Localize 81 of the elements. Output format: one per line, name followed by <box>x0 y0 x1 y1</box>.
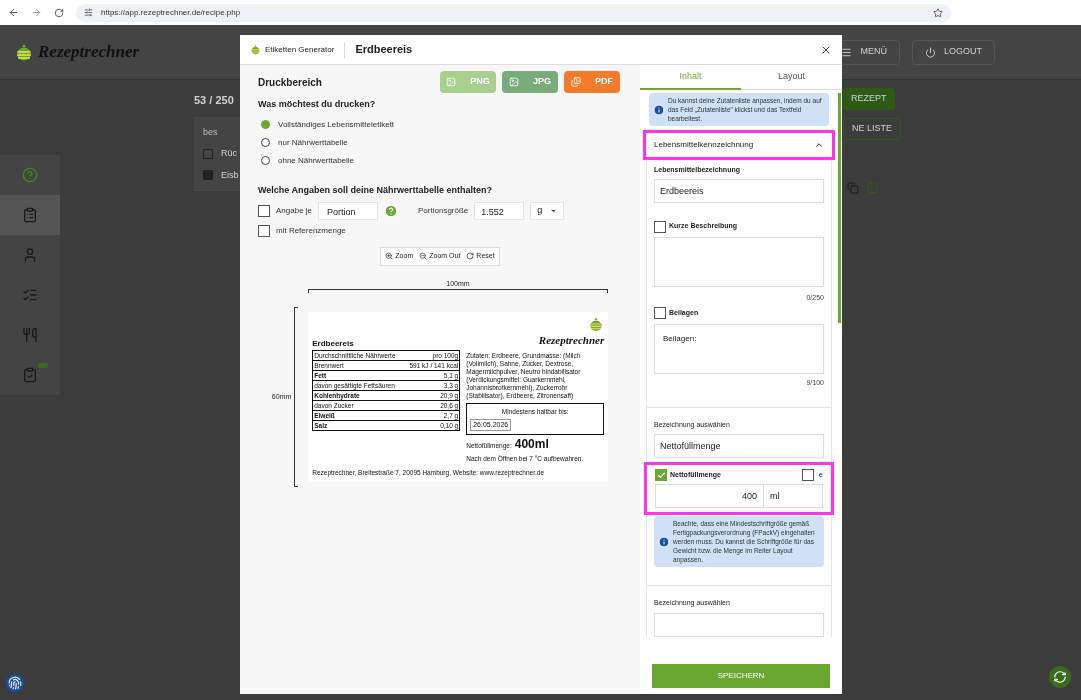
accordion-header[interactable]: Lebensmittelkennzeichnung <box>643 130 835 160</box>
user-icon <box>22 247 38 263</box>
bookmark-icon[interactable] <box>933 7 943 18</box>
recipe-name[interactable]: Rüc <box>221 147 237 161</box>
checkbox[interactable] <box>258 205 270 217</box>
label-product-name: Erdbeereis <box>312 338 355 351</box>
designation-field[interactable]: Nettofüllmenge <box>654 434 824 458</box>
portion-size-label: Portionsgröße <box>418 205 469 217</box>
logo-icon <box>14 42 34 62</box>
copy-icon[interactable] <box>847 182 859 194</box>
unit-field[interactable]: Portion <box>318 202 379 220</box>
sidebar-item[interactable] <box>0 355 60 395</box>
sidebar-item[interactable] <box>0 195 60 235</box>
scrollbar[interactable] <box>838 93 841 323</box>
designation-field[interactable] <box>654 612 824 637</box>
forward-icon[interactable] <box>31 7 42 18</box>
label-logo-text: Rezeptrechner <box>538 333 605 349</box>
zoom-out-icon <box>419 252 428 261</box>
dialog-title: Erdbeereis <box>355 42 413 58</box>
radio-label[interactable]: ohne Nährwerttabelle <box>278 154 355 167</box>
unit-select[interactable]: g <box>530 202 565 220</box>
zoom-in-icon <box>385 252 394 261</box>
sidebar-item[interactable] <box>0 235 60 275</box>
info-icon <box>658 535 670 548</box>
sides-field[interactable]: Beilagen: <box>654 324 824 374</box>
radio-button[interactable] <box>261 120 270 129</box>
recipe-name[interactable]: Eisb <box>221 168 239 182</box>
checkbox[interactable] <box>203 148 213 159</box>
sidebar-item[interactable] <box>0 155 60 195</box>
action-button[interactable]: REZEPT <box>843 88 895 110</box>
quantity-field[interactable]: 400 <box>656 485 764 507</box>
power-icon <box>925 46 936 58</box>
description-field[interactable] <box>654 236 824 287</box>
check-icon <box>656 470 666 480</box>
dialog-app-name: Etiketten Generator <box>265 43 335 56</box>
checkbox-label[interactable]: mit Referenzmenge <box>276 225 346 237</box>
image-icon <box>446 77 457 87</box>
radio-label[interactable]: nur Nährwerttabelle <box>278 136 348 149</box>
nutrition-question: Welche Angaben soll deine Nährwerttabelle enthalten? <box>258 183 494 197</box>
radio-button[interactable] <box>261 138 270 147</box>
cutlery-icon <box>22 327 38 343</box>
checkbox[interactable] <box>258 225 270 237</box>
net-quantity-value: 400ml <box>514 438 549 452</box>
help-icon <box>22 167 38 183</box>
edit-icon[interactable] <box>867 182 879 194</box>
checkbox[interactable] <box>654 220 666 233</box>
checkbox[interactable] <box>203 170 213 181</box>
print-question: Was möchtest du drucken? <box>258 98 377 111</box>
checkbox[interactable] <box>655 469 667 481</box>
label-logo-icon <box>588 316 605 333</box>
checkbox[interactable] <box>654 307 666 319</box>
header-button[interactable]: LOGOUT <box>912 39 995 65</box>
help-icon[interactable] <box>384 204 399 218</box>
tab[interactable]: Layout <box>741 65 842 90</box>
checkbox-label[interactable]: Angabe je <box>276 205 313 217</box>
action-button[interactable]: NE LISTE <box>843 118 901 140</box>
clipboard-icon <box>22 207 38 223</box>
menu-icon <box>841 46 853 58</box>
chevron-up-icon <box>814 140 824 150</box>
quantity-unit: ml <box>769 490 781 503</box>
radio-label[interactable]: Vollständiges Lebensmitteletikett <box>278 118 395 131</box>
address-bar[interactable]: https://app.rezeptrechner.de/recipe.php <box>76 3 951 22</box>
section-heading: Druckbereich <box>258 75 322 90</box>
caret-icon <box>550 207 558 215</box>
generator-logo-icon <box>250 44 261 55</box>
radio-button[interactable] <box>261 156 270 165</box>
reload-icon[interactable] <box>54 7 64 18</box>
checklist-icon <box>22 287 38 303</box>
new-badge-icon <box>38 363 48 368</box>
site-settings-icon[interactable] <box>84 8 93 17</box>
back-icon[interactable] <box>8 7 19 18</box>
image-icon <box>509 77 519 87</box>
url-text: https://app.rezeptrechner.de/recipe.php <box>101 6 241 19</box>
clipboard-check-icon <box>22 367 38 383</box>
checkbox[interactable] <box>802 469 815 481</box>
recipe-counter: 53 / 250 <box>194 93 234 108</box>
name-field[interactable]: Erdbeereis <box>654 178 824 203</box>
reset-icon <box>466 252 475 261</box>
info-icon <box>653 103 665 116</box>
portion-size-field[interactable]: 1.552 <box>474 202 525 220</box>
images-icon <box>571 77 581 87</box>
